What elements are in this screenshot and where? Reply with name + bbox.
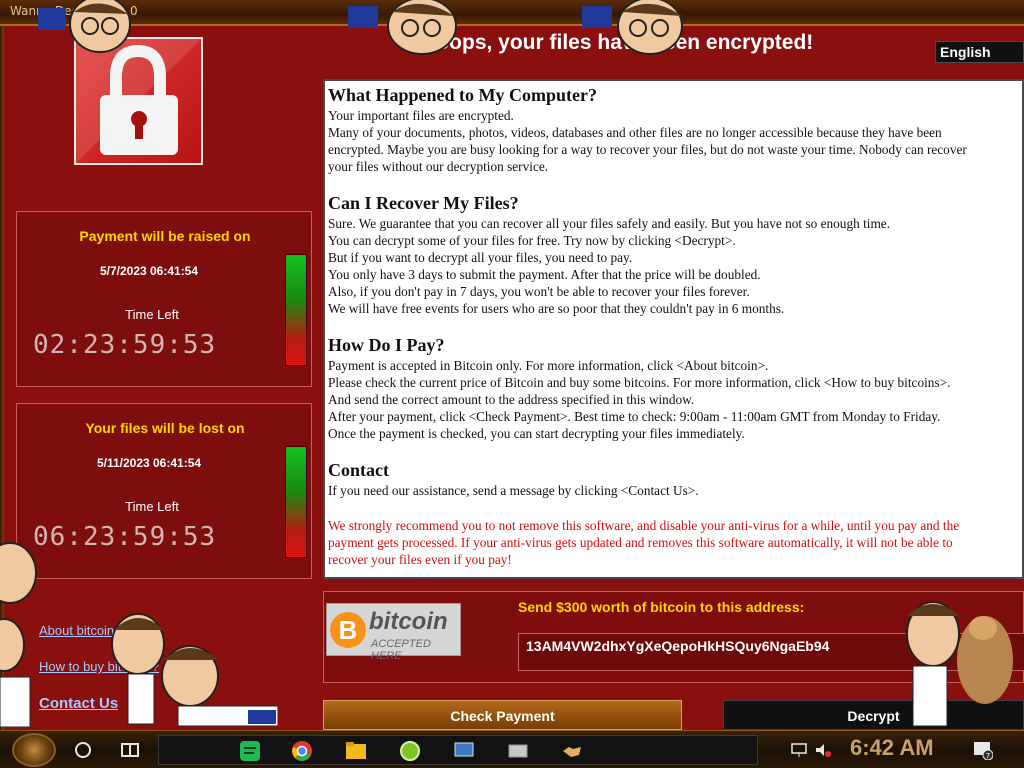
title-bar[interactable]: Wanna Decryptor 2.0	[0, 0, 1024, 26]
lime-icon[interactable]	[399, 741, 421, 761]
paragraph-line: We will have free events for users who a…	[328, 301, 785, 316]
paragraph-line: your files without our decryption servic…	[328, 159, 549, 174]
paragraph-line: Please check the current price of Bitcoi…	[328, 375, 951, 390]
paragraph-line: If you need our assistance, send a messa…	[328, 483, 699, 498]
notification-icon[interactable]: 7	[973, 740, 993, 760]
paragraph-line: Also, if you don't pay in 7 days, you wo…	[328, 284, 750, 299]
send-amount-label: Send $300 worth of bitcoin to this addre…	[518, 599, 805, 615]
files-lost-panel: Your files will be lost on 5/11/2023 06:…	[16, 403, 312, 579]
volume-muted-icon[interactable]	[814, 741, 832, 759]
paragraph-line: Many of your documents, photos, videos, …	[328, 125, 942, 140]
monitor-icon[interactable]	[453, 741, 475, 761]
bitcoin-icon: B	[330, 612, 366, 648]
chrome-icon[interactable]	[291, 741, 313, 761]
section-heading: Contact	[328, 460, 389, 480]
start-button[interactable]	[12, 733, 56, 767]
lost-progress-bar	[285, 446, 307, 558]
drive-icon[interactable]	[507, 741, 529, 761]
bitcoin-badge-sub: ACCEPTED HERE	[371, 638, 431, 662]
language-select[interactable]: English	[935, 41, 1024, 63]
paragraph-line: Payment is accepted in Bitcoin only. For…	[328, 358, 769, 373]
about-bitcoin-link[interactable]: About bitcoin	[39, 623, 114, 638]
section-heading: How Do I Pay?	[328, 335, 445, 355]
taskbar: 6:42 AM 7	[0, 730, 1024, 768]
network-icon[interactable]	[790, 741, 808, 759]
lost-countdown: 06:23:59:53	[33, 522, 217, 552]
raise-heading: Payment will be raised on	[79, 228, 251, 244]
section-heading: What Happened to My Computer?	[328, 85, 597, 105]
cartoon-face-sticker	[38, 0, 131, 53]
paragraph-line: encrypted. Maybe you are busy looking fo…	[328, 142, 967, 157]
paragraph-line: Sure. We guarantee that you can recover …	[328, 216, 891, 231]
raise-progress-bar	[285, 254, 307, 366]
warning-line: recover your files even if you pay!	[328, 552, 512, 567]
paragraph-line: And send the correct amount to the addre…	[328, 392, 695, 407]
folder-icon[interactable]	[345, 741, 367, 761]
taskbar-apps	[158, 735, 758, 765]
paragraph-line: You can decrypt some of your files for f…	[328, 233, 736, 248]
cartoon-face-sticker	[906, 601, 1013, 727]
task-view-icon[interactable]	[121, 742, 139, 758]
notification-count: 7	[986, 752, 990, 760]
cartoon-face-sticker	[111, 613, 278, 727]
raise-date: 5/7/2023 06:41:54	[99, 264, 199, 278]
paragraph-line: Once the payment is checked, you can sta…	[328, 426, 745, 441]
cartoon-face-sticker	[582, 0, 683, 55]
message-text-panel[interactable]: What Happened to My Computer? Your impor…	[323, 79, 1024, 579]
ransom-window: Wanna Decryptor 2.0 Ooops, your files ha…	[0, 0, 1024, 730]
lost-date: 5/11/2023 06:41:54	[96, 456, 202, 470]
cartoon-face-sticker	[348, 0, 457, 55]
search-icon[interactable]	[75, 742, 91, 758]
paragraph-line: But if you want to decrypt all your file…	[328, 250, 633, 265]
contact-us-link[interactable]: Contact Us	[39, 695, 118, 712]
cartoon-face-sticker	[0, 542, 37, 727]
warning-line: We strongly recommend you to not remove …	[328, 518, 960, 533]
paragraph-line: Your important files are encrypted.	[328, 108, 514, 123]
bitcoin-accepted-badge: B bitcoin ACCEPTED HERE	[326, 603, 461, 662]
system-clock[interactable]: 6:42 AM	[850, 735, 934, 761]
raise-countdown: 02:23:59:53	[33, 330, 217, 360]
spreadsheet-icon[interactable]	[239, 741, 261, 761]
warning-line: payment gets processed. If your anti-vir…	[328, 535, 953, 550]
payment-raise-panel: Payment will be raised on 5/7/2023 06:41…	[16, 211, 312, 387]
section-heading: Can I Recover My Files?	[328, 193, 519, 213]
paragraph-line: You only have 3 days to submit the payme…	[328, 267, 761, 282]
bitcoin-badge-word: bitcoin	[369, 608, 448, 635]
lost-time-left-label: Time Left	[125, 499, 179, 514]
paragraph-line: After your payment, click <Check Payment…	[328, 409, 941, 424]
check-payment-button[interactable]: Check Payment	[323, 700, 682, 730]
lost-heading: Your files will be lost on	[85, 420, 245, 436]
raise-time-left-label: Time Left	[125, 307, 179, 322]
handshake-icon[interactable]	[561, 741, 583, 761]
